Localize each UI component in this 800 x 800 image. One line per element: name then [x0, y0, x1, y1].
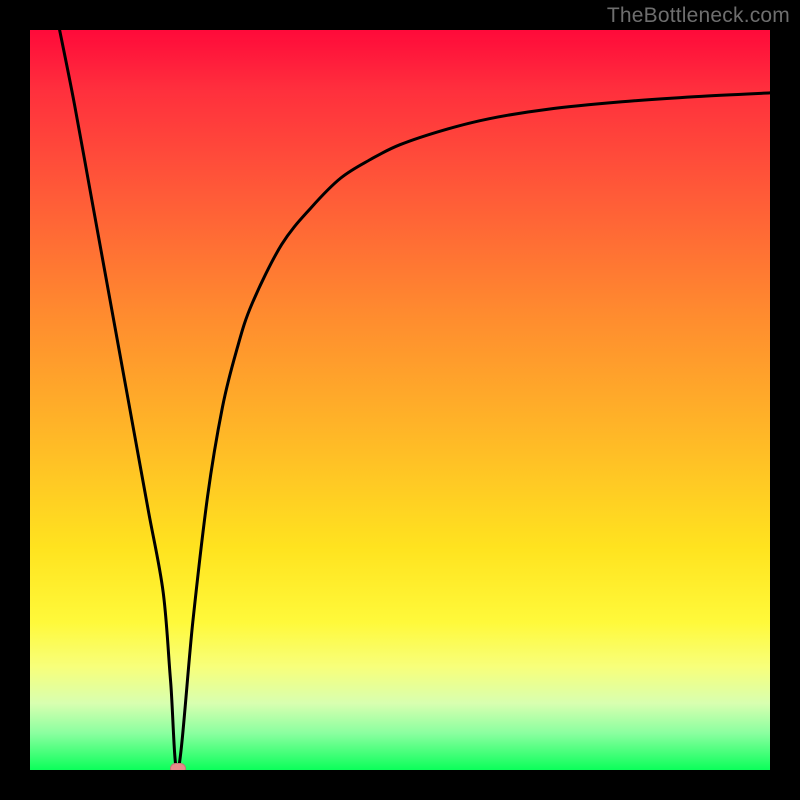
- bottleneck-curve-svg: [30, 30, 770, 770]
- min-point-marker: [170, 763, 186, 770]
- plot-area: [30, 30, 770, 770]
- watermark-text: TheBottleneck.com: [607, 4, 790, 28]
- bottleneck-curve-path: [60, 30, 770, 770]
- chart-frame: TheBottleneck.com: [0, 0, 800, 800]
